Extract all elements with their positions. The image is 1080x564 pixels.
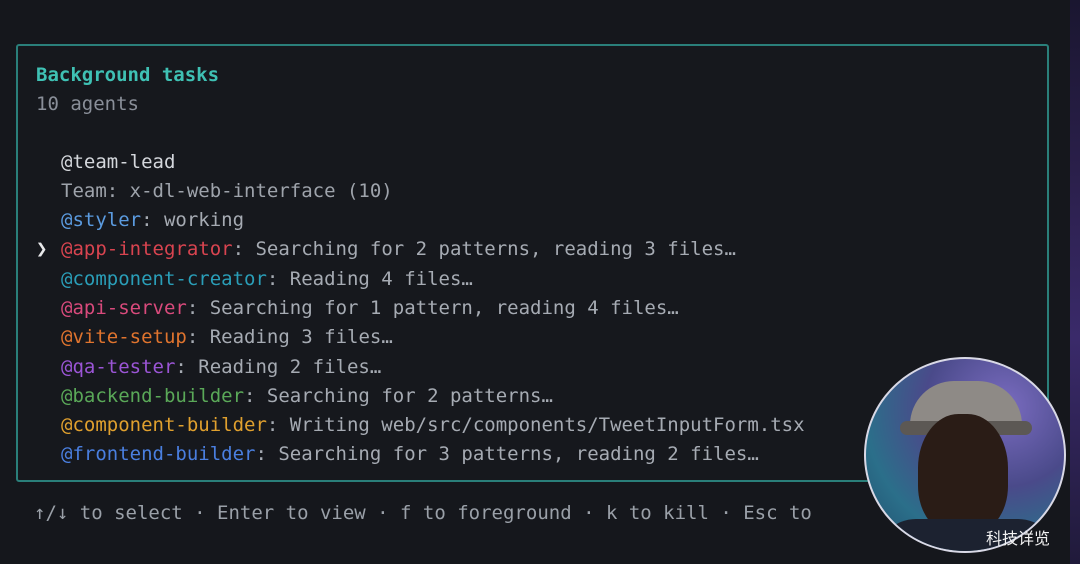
agent-separator: : [266, 414, 279, 436]
agent-row[interactable]: @component-builder: Writing web/src/comp… [36, 412, 805, 438]
team-name: Team: x-dl-web-interface (10) [61, 180, 393, 202]
agent-row[interactable]: @styler: working [36, 207, 244, 233]
agent-separator: : [186, 297, 199, 319]
agent-row[interactable]: @backend-builder: Searching for 2 patter… [36, 383, 553, 409]
agent-handle: @component-builder [61, 414, 267, 436]
agent-handle: @qa-tester [61, 356, 176, 378]
agent-separator: : [186, 326, 199, 348]
agent-separator: : [232, 238, 245, 260]
agent-handle: @api-server [61, 297, 187, 319]
agent-status: Writing web/src/components/TweetInputFor… [278, 414, 805, 436]
agent-row[interactable]: @frontend-builder: Searching for 3 patte… [36, 441, 759, 467]
background-edge [1070, 0, 1080, 564]
agent-handle: @frontend-builder [61, 443, 256, 465]
agent-row[interactable]: ❯ @app-integrator: Searching for 2 patter… [36, 236, 736, 262]
keyboard-hints: ↑/↓ to select · Enter to view · f to for… [34, 502, 812, 524]
agent-separator: : [255, 443, 267, 465]
agent-status: Reading 2 files… [186, 356, 382, 378]
agent-separator: : [141, 209, 153, 231]
agent-row[interactable]: @component-creator: Reading 4 files… [36, 266, 473, 292]
face-shape [918, 414, 1008, 534]
panel-title: Background tasks [36, 64, 220, 86]
agent-handle: @component-creator [61, 268, 267, 290]
agent-handle: @styler [61, 209, 142, 231]
agent-handle: @backend-builder [61, 385, 245, 407]
agent-status: Reading 3 files… [198, 326, 393, 348]
agent-count: 10 agents [36, 93, 139, 115]
agent-status: Reading 4 files… [278, 268, 473, 290]
selection-pointer-icon: ❯ [36, 238, 48, 260]
agent-separator: : [175, 356, 187, 378]
agent-row[interactable]: @api-server: Searching for 1 pattern, re… [36, 295, 679, 321]
agent-handle: @app-integrator [61, 238, 233, 260]
agent-separator: : [266, 268, 279, 290]
agent-status: Searching for 2 patterns, reading 3 file… [244, 238, 736, 260]
agent-handle: @vite-setup [61, 326, 187, 348]
webcam-overlay [864, 357, 1066, 553]
agent-row[interactable]: @vite-setup: Reading 3 files… [36, 324, 393, 350]
agent-separator: : [244, 385, 256, 407]
watermark-text: 科技详览 [986, 529, 1051, 548]
agent-row[interactable]: @qa-tester: Reading 2 files… [36, 354, 381, 380]
agent-status: Searching for 2 patterns… [255, 385, 553, 407]
team-lead-label: @team-lead [61, 151, 176, 173]
agent-status: Searching for 3 patterns, reading 2 file… [266, 443, 759, 465]
agent-status: working [152, 209, 245, 231]
agent-status: Searching for 1 pattern, reading 4 files… [198, 297, 679, 319]
